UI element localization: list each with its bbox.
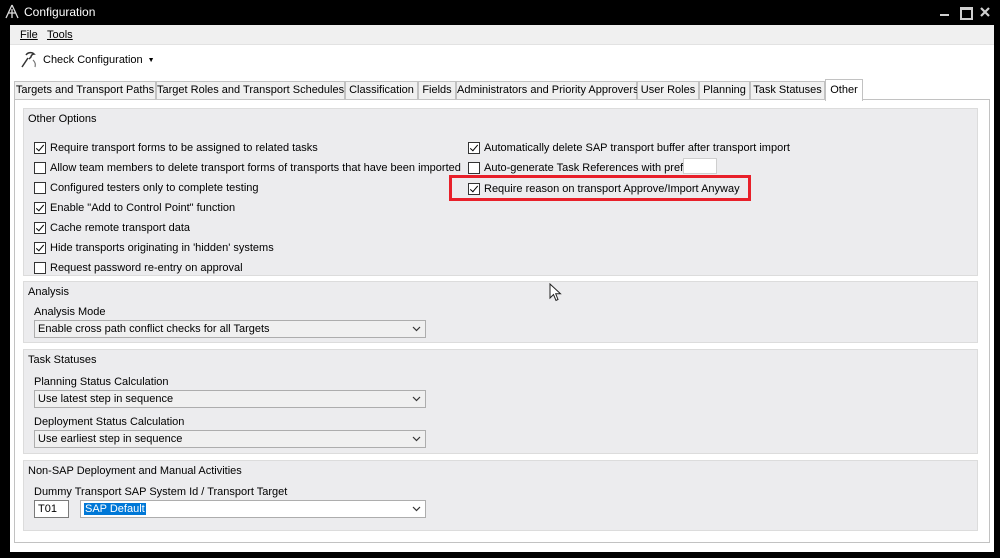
window-title: Configuration [24, 5, 96, 19]
toolbar: Check Configuration ▼ [10, 45, 994, 75]
tab-classification[interactable]: Classification [345, 81, 418, 100]
chevron-down-icon [412, 436, 421, 442]
analysis-group: Analysis Analysis Mode Enable cross path… [23, 281, 978, 343]
check-configuration-button[interactable]: Check Configuration ▼ [16, 50, 158, 70]
tab-targets-and-transport-paths[interactable]: Targets and Transport Paths [14, 81, 156, 100]
checkbox[interactable] [34, 182, 46, 194]
option-auto-generate-task-references[interactable]: Auto-generate Task References with prefi… [468, 160, 694, 176]
maximize-icon[interactable] [956, 3, 974, 21]
non-sap-deployment-title: Non-SAP Deployment and Manual Activities [28, 465, 242, 477]
tab-planning[interactable]: Planning [699, 81, 750, 100]
checkbox[interactable] [34, 162, 46, 174]
option-require-transport-forms[interactable]: Require transport forms to be assigned t… [34, 140, 318, 156]
check-configuration-icon [21, 51, 36, 68]
checkbox[interactable] [34, 222, 46, 234]
title-bar[interactable]: Configuration [0, 0, 1000, 25]
option-require-reason-approve-import[interactable]: Require reason on transport Approve/Impo… [468, 181, 740, 197]
tab-user-roles[interactable]: User Roles [637, 81, 699, 100]
system-id-input[interactable]: T01 [34, 500, 69, 518]
deployment-status-select[interactable]: Use earliest step in sequence [34, 430, 426, 448]
planning-status-label: Planning Status Calculation [34, 376, 169, 388]
option-enable-add-to-control-point[interactable]: Enable "Add to Control Point" function [34, 200, 235, 216]
option-hide-hidden-system-transports[interactable]: Hide transports originating in 'hidden' … [34, 240, 274, 256]
menu-file[interactable]: File [20, 29, 38, 41]
checkbox[interactable] [468, 183, 480, 195]
app-logo-icon [5, 4, 19, 19]
tab-fields[interactable]: Fields [418, 81, 456, 100]
minimize-icon[interactable] [936, 3, 954, 21]
non-sap-deployment-group: Non-SAP Deployment and Manual Activities… [23, 460, 978, 531]
checkbox[interactable] [34, 262, 46, 274]
tab-panel-other: Other Options Require transport forms to… [14, 99, 990, 543]
option-auto-delete-sap-buffer[interactable]: Automatically delete SAP transport buffe… [468, 140, 790, 156]
checkbox[interactable] [34, 202, 46, 214]
option-request-password-reentry[interactable]: Request password re-entry on approval [34, 260, 243, 276]
tab-task-statuses[interactable]: Task Statuses [750, 81, 825, 100]
task-reference-prefix-input[interactable] [683, 158, 717, 174]
tab-other[interactable]: Other [825, 79, 863, 101]
check-configuration-label: Check Configuration [43, 54, 143, 66]
close-icon[interactable] [976, 3, 994, 21]
menu-bar: File Tools [10, 25, 994, 45]
analysis-mode-label: Analysis Mode [34, 306, 106, 318]
deployment-status-label: Deployment Status Calculation [34, 416, 185, 428]
dropdown-caret-icon: ▼ [147, 56, 155, 64]
option-allow-delete-transport-forms[interactable]: Allow team members to delete transport f… [34, 160, 461, 176]
option-cache-remote-transport-data[interactable]: Cache remote transport data [34, 220, 190, 236]
checkbox[interactable] [468, 142, 480, 154]
task-statuses-group: Task Statuses Planning Status Calculatio… [23, 349, 978, 454]
tab-strip: Targets and Transport Paths Target Roles… [14, 79, 990, 101]
other-options-group: Other Options Require transport forms to… [23, 108, 978, 276]
chevron-down-icon [412, 396, 421, 402]
dummy-transport-label: Dummy Transport SAP System Id / Transpor… [34, 486, 288, 498]
menu-tools[interactable]: Tools [47, 29, 73, 41]
transport-target-select[interactable]: SAP Default [80, 500, 426, 518]
tab-administrators-and-priority-approvers[interactable]: Administrators and Priority Approvers [456, 81, 639, 100]
checkbox[interactable] [34, 142, 46, 154]
planning-status-select[interactable]: Use latest step in sequence [34, 390, 426, 408]
analysis-mode-select[interactable]: Enable cross path conflict checks for al… [34, 320, 426, 338]
task-statuses-title: Task Statuses [28, 354, 97, 366]
checkbox[interactable] [34, 242, 46, 254]
option-configured-testers-only[interactable]: Configured testers only to complete test… [34, 180, 259, 196]
other-options-title: Other Options [28, 113, 97, 125]
tab-target-roles-and-transport-schedules[interactable]: Target Roles and Transport Schedules [156, 81, 345, 100]
chevron-down-icon [412, 506, 421, 512]
analysis-title: Analysis [28, 286, 69, 298]
checkbox[interactable] [468, 162, 480, 174]
chevron-down-icon [412, 326, 421, 332]
window-client: File Tools Check Configuration ▼ Targets… [10, 25, 994, 552]
